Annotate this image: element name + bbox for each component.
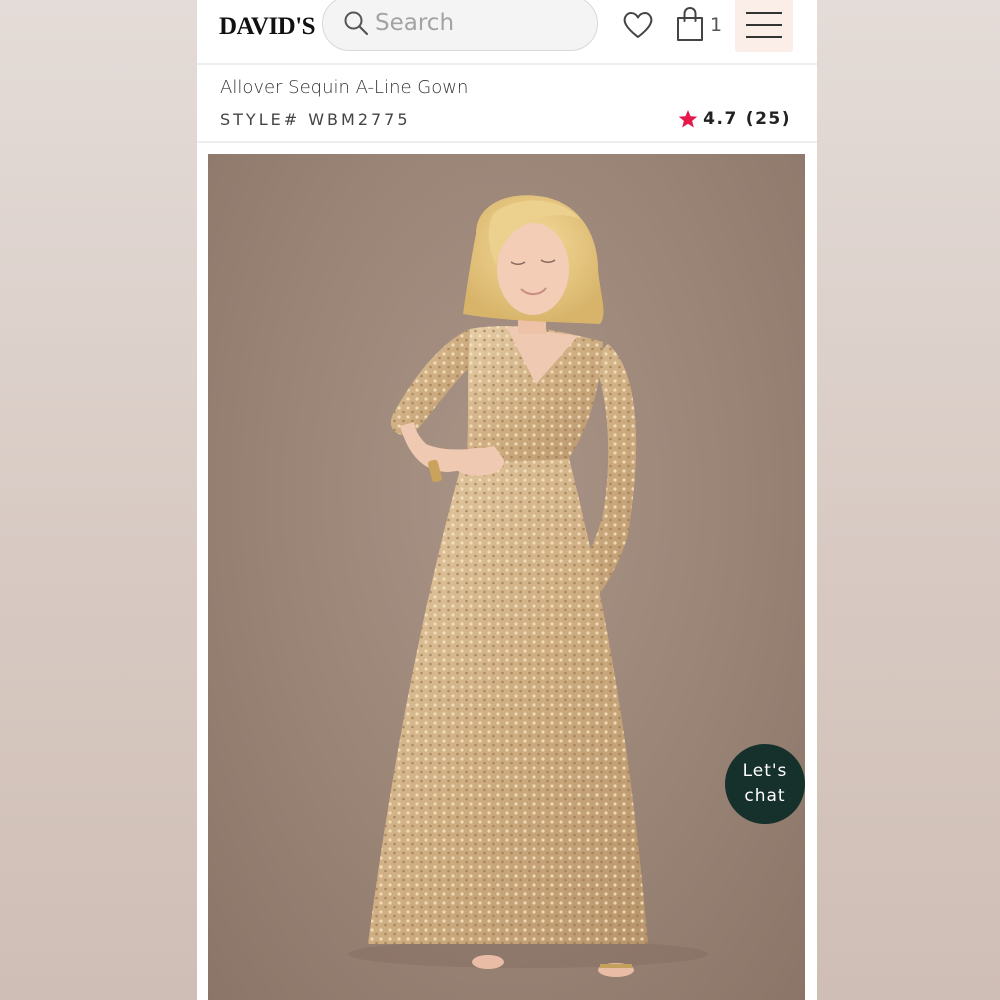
model-photo — [348, 195, 708, 977]
hamburger-menu-icon — [746, 12, 782, 38]
star-icon — [678, 110, 698, 128]
product-image[interactable]: Model wearing gold allover sequin A-line… — [208, 154, 805, 1000]
style-number: STYLE# WBM2775 — [220, 110, 411, 129]
brand-logo[interactable]: DAVID'S — [219, 9, 316, 45]
site-header: DAVID'S 1 — [197, 0, 817, 65]
product-info: Allover Sequin A-Line Gown STYLE# WBM277… — [197, 65, 817, 143]
shopping-bag-icon — [677, 6, 703, 41]
review-count[interactable]: (25) — [746, 109, 791, 129]
product-page: DAVID'S 1 Allover — [197, 0, 817, 1000]
rating-value: 4.7 — [703, 109, 738, 129]
menu-button[interactable] — [735, 0, 793, 52]
product-rating[interactable]: 4.7 (25) — [678, 108, 791, 130]
cart-button[interactable]: 1 — [675, 6, 725, 44]
search-icon[interactable] — [343, 10, 369, 36]
heart-icon[interactable] — [621, 8, 655, 42]
cart-count-badge: 1 — [710, 14, 723, 36]
search-bar[interactable] — [322, 0, 598, 51]
search-input[interactable] — [375, 7, 575, 39]
product-title: Allover Sequin A-Line Gown — [220, 77, 469, 98]
chat-button[interactable]: Let's chat — [725, 744, 805, 824]
